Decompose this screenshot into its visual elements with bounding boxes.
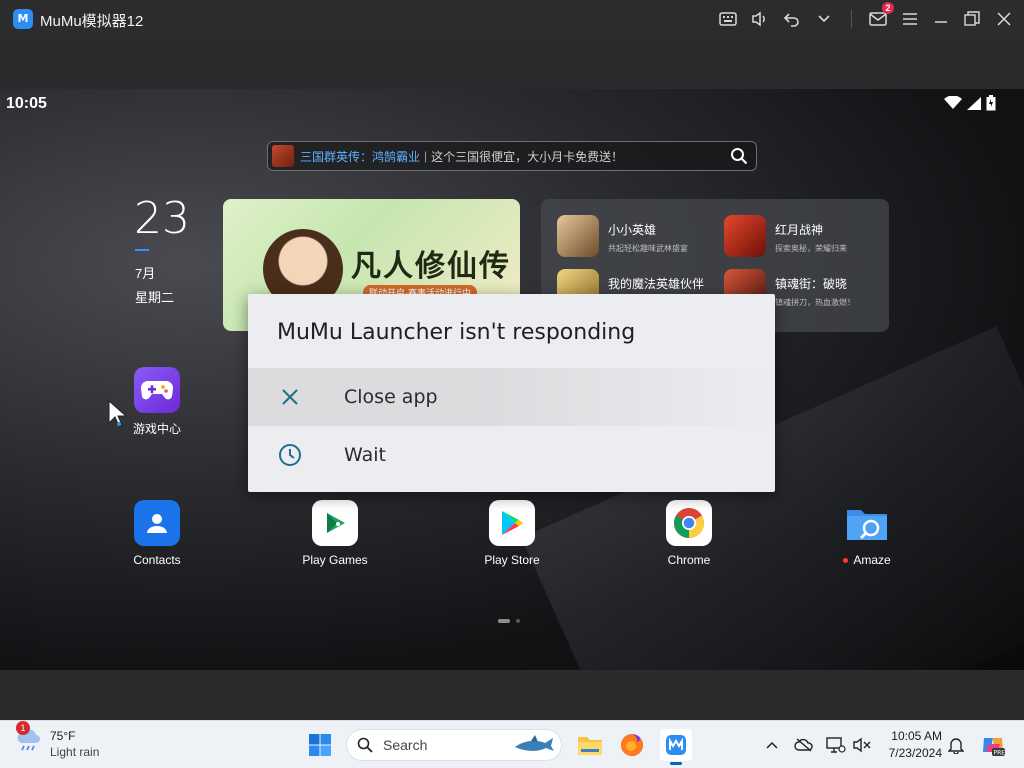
dialog-title: MuMu Launcher isn't responding xyxy=(277,320,636,345)
close-icon xyxy=(278,385,302,409)
status-bar-icons xyxy=(944,95,996,116)
chevron-up-icon[interactable] xyxy=(762,735,782,755)
chevron-down-icon[interactable] xyxy=(814,9,834,29)
volume-muted-icon[interactable] xyxy=(852,735,872,755)
game-item[interactable]: 红月战神 探索奥秘，荣耀归来 xyxy=(724,215,847,257)
launcher-search-bar[interactable]: 三国群英传：鸿鹄霸业 | 这个三国很便宜，大小月卡免费送！ xyxy=(267,141,757,171)
game-icon xyxy=(557,215,599,257)
search-hint: 这个三国很便宜，大小月卡免费送！ xyxy=(431,149,624,164)
clock-accent-line xyxy=(135,249,149,251)
network-display-icon[interactable] xyxy=(826,735,846,755)
weather-temperature: 75°F xyxy=(50,729,76,743)
windows-taskbar: 1 75°F Light rain Search 10:05 AM 7/23/2… xyxy=(0,720,1024,768)
battery-icon xyxy=(986,95,996,116)
firefox-icon[interactable] xyxy=(616,729,648,761)
close-icon[interactable] xyxy=(994,9,1014,29)
app-amaze[interactable]: Amaze xyxy=(822,500,912,567)
close-app-button[interactable]: Close app xyxy=(248,368,775,426)
android-screen: 10:05 三国群英传：鸿鹄霸业 | 这个三国很便宜，大小月卡免费送！ 23 7… xyxy=(0,89,1024,670)
windows-start-icon[interactable] xyxy=(308,733,332,762)
cellular-signal-icon xyxy=(966,96,982,115)
play-store-icon xyxy=(489,500,535,546)
emulator-top-margin xyxy=(0,37,1024,89)
game-item[interactable]: 小小英雄 共起轻松趣味武林盛宴 xyxy=(557,215,688,257)
emulator-bottom-margin xyxy=(0,670,1024,720)
app-label: Contacts xyxy=(133,553,181,567)
app-chrome[interactable]: Chrome xyxy=(644,500,734,567)
svg-text:PRE: PRE xyxy=(994,750,1006,757)
search-promo-link[interactable]: 三国群英传：鸿鹄霸业 xyxy=(300,148,420,165)
restore-icon[interactable] xyxy=(962,9,982,29)
app-label: Play Store xyxy=(484,553,540,567)
app-not-responding-dialog: MuMu Launcher isn't responding Close app… xyxy=(248,294,775,492)
app-play-store[interactable]: Play Store xyxy=(467,500,557,567)
app-label: Play Games xyxy=(302,553,368,567)
mail-badge: 2 xyxy=(882,2,894,14)
search-highlight-shark-icon xyxy=(513,733,555,762)
search-promo-thumbnail xyxy=(272,145,294,167)
app-play-games[interactable]: Play Games xyxy=(290,500,380,567)
banner-title: 凡人修仙传 xyxy=(351,249,511,284)
menu-icon[interactable] xyxy=(900,9,920,29)
clock-day: 23 xyxy=(134,193,190,244)
app-label: Chrome xyxy=(667,553,711,567)
game-name: 小小英雄 xyxy=(608,223,657,237)
clock-month: 7月 xyxy=(135,266,156,281)
file-explorer-icon[interactable] xyxy=(574,729,606,761)
back-icon[interactable] xyxy=(782,9,802,29)
clock-weekday: 星期二 xyxy=(135,290,175,305)
play-games-icon xyxy=(312,500,358,546)
search-icon xyxy=(357,737,373,753)
close-app-label: Close app xyxy=(344,386,438,408)
mouse-cursor-icon xyxy=(108,399,128,433)
volume-icon[interactable] xyxy=(750,9,770,29)
contacts-icon xyxy=(134,500,180,546)
app-contacts[interactable]: Contacts xyxy=(112,500,202,567)
minimize-icon[interactable] xyxy=(931,9,951,29)
amaze-folder-icon xyxy=(844,500,890,546)
keyboard-icon[interactable] xyxy=(718,9,738,29)
game-desc: 共起轻松趣味武林盛宴 xyxy=(608,244,688,253)
copilot-icon[interactable]: PRE xyxy=(980,732,1006,758)
onedrive-offline-icon[interactable] xyxy=(794,735,814,755)
app-label: Amaze xyxy=(822,553,912,567)
search-icon[interactable] xyxy=(730,147,748,170)
game-name: 红月战神 xyxy=(775,223,824,237)
clock-icon xyxy=(278,443,302,467)
game-name: 我的魔法英雄伙伴 xyxy=(608,277,705,291)
weather-description: Light rain xyxy=(50,745,100,759)
emulator-title-bar: M MuMu模拟器12 2 xyxy=(0,0,1024,37)
page-dot-active xyxy=(498,619,510,623)
page-indicator xyxy=(498,619,520,623)
search-divider: | xyxy=(424,149,428,163)
mumu-taskbar-icon[interactable] xyxy=(660,729,692,765)
taskbar-search-box[interactable]: Search xyxy=(346,729,562,761)
notification-bell-icon[interactable] xyxy=(946,735,966,755)
game-desc: 镇魂拼刀，热血激燃！ xyxy=(775,298,855,307)
wait-button[interactable]: Wait xyxy=(248,426,775,484)
app-label-text: Amaze xyxy=(853,553,891,567)
taskbar-clock-date[interactable]: 7/23/2024 xyxy=(880,746,942,760)
taskbar-search-label: Search xyxy=(383,737,428,753)
title-bar-divider xyxy=(851,10,852,28)
mumu-logo-icon: M xyxy=(13,9,33,29)
status-bar-time: 10:05 xyxy=(6,95,47,112)
gamepad-icon xyxy=(134,367,180,413)
wait-label: Wait xyxy=(344,444,386,466)
window-title: MuMu模拟器12 xyxy=(40,13,144,30)
game-icon xyxy=(724,215,766,257)
page-dot xyxy=(516,619,520,623)
game-desc: 探索奥秘，荣耀归来 xyxy=(775,244,847,253)
wifi-icon xyxy=(944,95,962,115)
chrome-icon xyxy=(666,500,712,546)
taskbar-clock-time[interactable]: 10:05 AM xyxy=(886,729,942,743)
weather-badge: 1 xyxy=(16,721,30,735)
game-name: 镇魂街：破晓 xyxy=(775,277,848,291)
new-indicator-dot xyxy=(843,558,849,564)
